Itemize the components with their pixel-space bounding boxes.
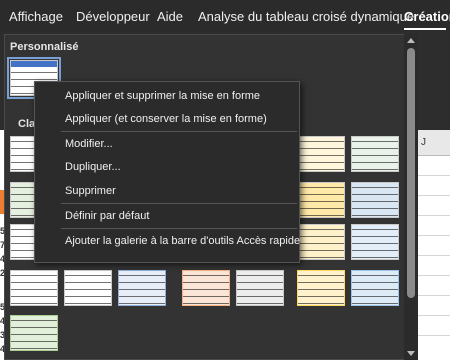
swatch-header-band [11,61,57,67]
style-swatch[interactable] [351,182,399,218]
tab-analyse-tableau-croise[interactable]: Analyse du tableau croisé dynamique [198,9,414,24]
style-swatch[interactable] [64,270,112,306]
menu-item-apply-keep-format[interactable]: Appliquer (et conserver la mise en forme… [65,113,267,125]
tab-affichage[interactable]: Affichage [9,9,63,24]
ribbon-tab-bar: Affichage Développeur Aide Analyse du ta… [0,0,450,31]
active-tab-indicator [404,28,446,30]
style-swatch[interactable] [297,270,345,306]
scroll-thumb[interactable] [407,48,415,298]
gridline [417,315,450,316]
style-swatch[interactable] [351,136,399,172]
menu-separator [61,228,297,229]
style-swatch[interactable] [297,224,345,260]
style-swatch[interactable] [351,224,399,260]
context-menu: Appliquer et supprimer la mise en forme … [34,81,300,263]
column-header-j[interactable]: J [417,130,450,156]
gridline [417,235,450,236]
gridline [417,335,450,336]
style-swatch[interactable] [297,182,345,218]
style-swatch[interactable] [297,136,345,172]
menu-separator [61,203,297,204]
style-swatch[interactable] [118,270,166,306]
gridline [417,275,450,276]
tab-creation[interactable]: Création [404,9,450,24]
style-swatch[interactable] [182,270,230,306]
style-swatch[interactable] [236,270,284,306]
section-title-custom: Personnalisé [10,41,79,53]
menu-item-apply-clear-format[interactable]: Appliquer et supprimer la mise en forme [65,90,260,102]
scroll-up-icon[interactable] [407,38,415,43]
gridline [417,295,450,296]
menu-item-add-to-quick-access[interactable]: Ajouter la galerie à la barre d'outils A… [65,235,300,247]
menu-item-modify[interactable]: Modifier... [65,138,113,150]
style-swatch[interactable] [10,315,58,351]
tab-aide[interactable]: Aide [157,9,183,24]
gridline [417,255,450,256]
menu-separator [61,131,297,132]
menu-item-delete[interactable]: Supprimer [65,185,116,197]
menu-item-set-default[interactable]: Définir par défaut [65,210,149,222]
scroll-down-icon[interactable] [407,351,415,356]
gridline [417,215,450,216]
style-swatch[interactable] [10,270,58,306]
worksheet-right-cells[interactable]: J [417,130,450,360]
style-swatch[interactable] [351,270,399,306]
gridline [417,175,450,176]
menu-item-duplicate[interactable]: Dupliquer... [65,161,121,173]
gridline [417,195,450,196]
tab-developpeur[interactable]: Développeur [76,9,150,24]
gallery-scrollbar[interactable] [404,34,418,360]
